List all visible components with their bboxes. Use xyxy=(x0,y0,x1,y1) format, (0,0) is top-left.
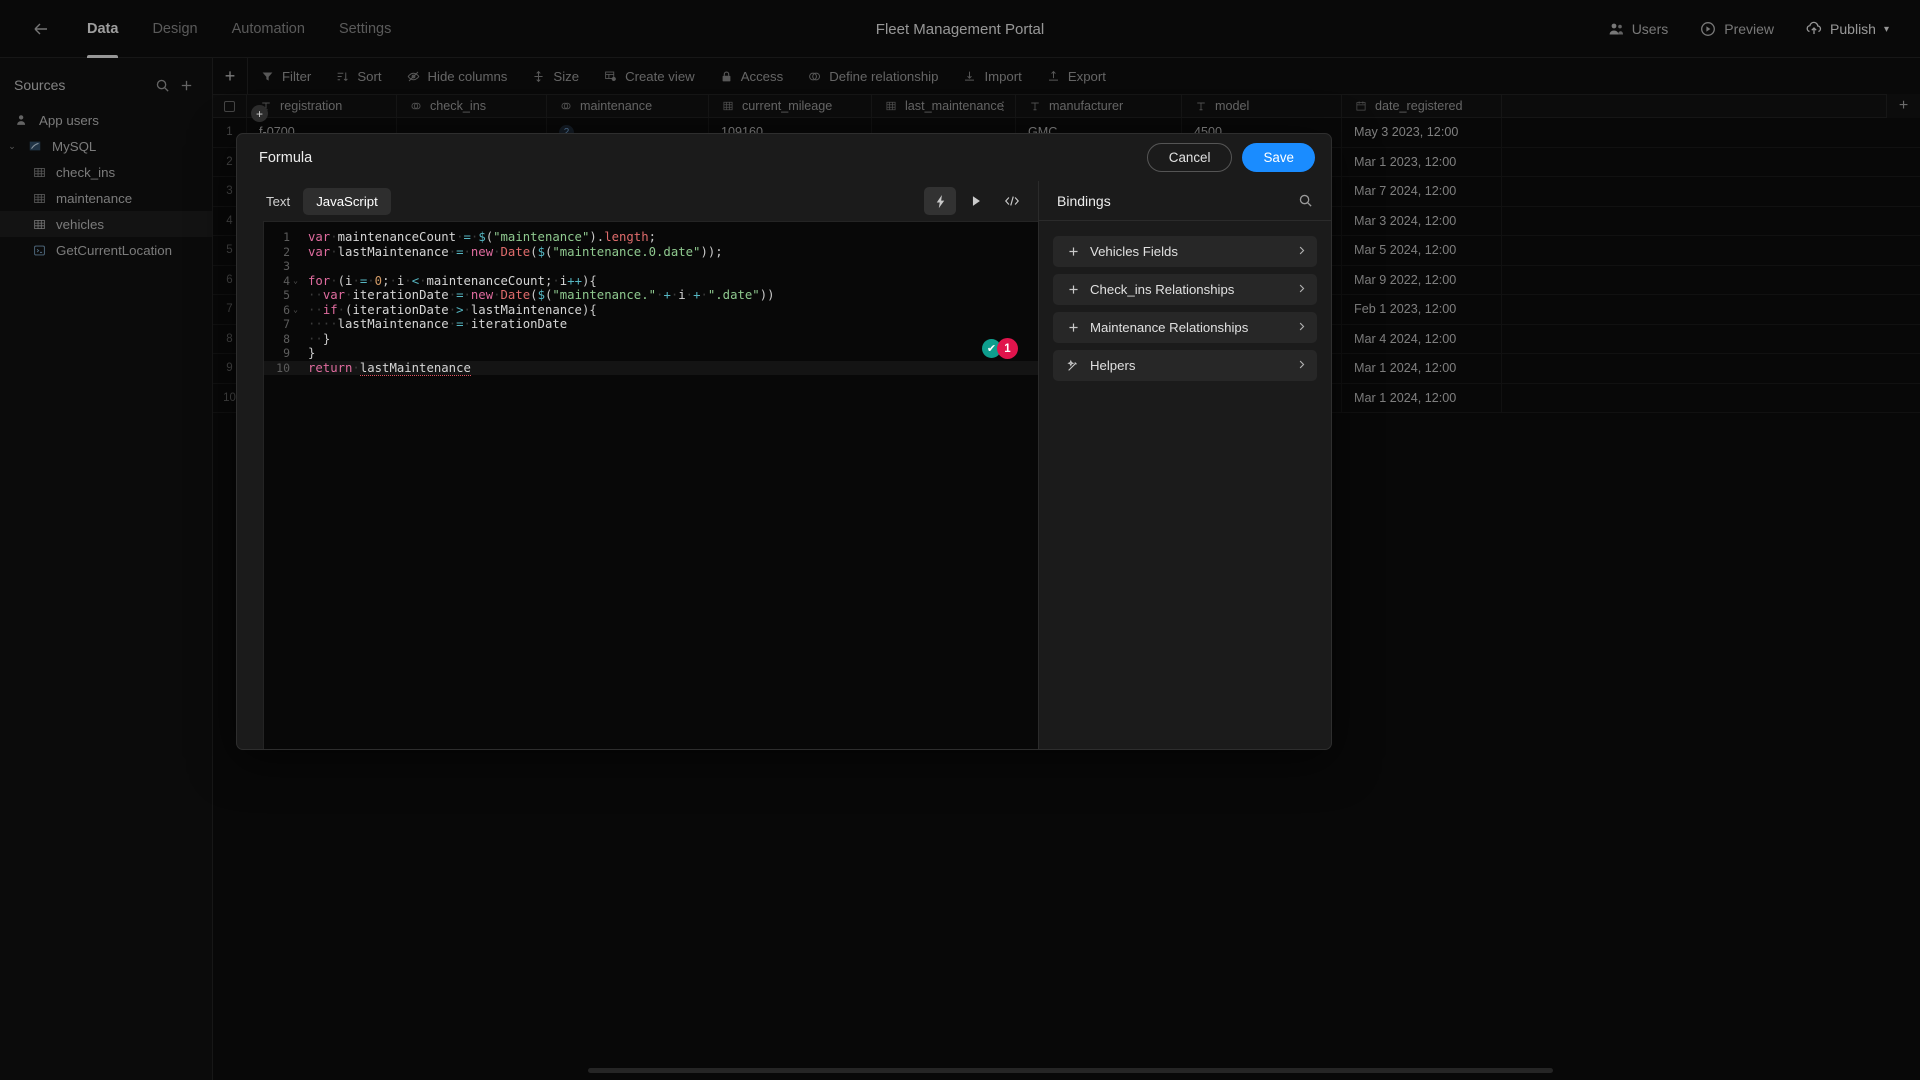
code-lines: 1 var·maintenanceCount·=·$("maintenance"… xyxy=(264,222,1038,376)
code-line: 8 ··} xyxy=(264,332,1038,347)
modal-title: Formula xyxy=(259,149,313,166)
editor-tools xyxy=(924,187,1028,215)
bindings-title: Bindings xyxy=(1057,192,1111,209)
binding-group-label: Check_ins Relationships xyxy=(1090,282,1235,297)
fold-toggle[interactable]: ⌄ xyxy=(290,274,301,289)
tab-javascript[interactable]: JavaScript xyxy=(303,187,391,215)
play-icon[interactable] xyxy=(960,187,992,215)
line-number: 1 xyxy=(283,230,290,244)
line-content: } xyxy=(308,346,316,360)
cancel-button[interactable]: Cancel xyxy=(1146,143,1233,172)
line-number: 7 xyxy=(283,317,290,331)
line-content: ··var·iterationDate·=·new·Date($("mainte… xyxy=(308,288,775,302)
line-number: 10 xyxy=(276,360,290,375)
line-number: 9 xyxy=(283,346,290,360)
plus-icon[interactable] xyxy=(1065,245,1081,258)
code-line: 3 xyxy=(264,259,1038,274)
line-content: ··if·(iterationDate·>·lastMaintenance){ xyxy=(308,302,597,317)
error-count-badge: 1 xyxy=(997,338,1018,359)
code-line: 4 ⌄ for·(i·=·0;·i·<·maintenanceCount;·i+… xyxy=(264,274,1038,289)
line-number: 4 xyxy=(283,273,290,288)
line-content: var·lastMaintenance·=·new·Date($("mainte… xyxy=(308,244,723,259)
plus-icon[interactable] xyxy=(1065,283,1081,296)
line-number: 3 xyxy=(283,259,290,273)
binding-group-maintenance-relationships[interactable]: Maintenance Relationships xyxy=(1053,312,1317,343)
bindings-header: Bindings xyxy=(1039,181,1331,221)
line-content: return·lastMaintenance xyxy=(308,360,471,376)
chevron-right-icon[interactable] xyxy=(1296,283,1307,297)
line-number: 6 xyxy=(283,302,290,317)
code-line: 9 } xyxy=(264,346,1038,361)
line-content: ··} xyxy=(308,331,331,346)
code-line: 5 ··var·iterationDate·=·new·Date($("main… xyxy=(264,288,1038,303)
line-number: 8 xyxy=(283,331,290,346)
chevron-right-icon[interactable] xyxy=(1296,245,1307,259)
modal-body: Text JavaScript 1 var·maintenanceCount·=… xyxy=(237,181,1331,749)
binding-group-label: Vehicles Fields xyxy=(1090,244,1178,259)
lightning-icon[interactable] xyxy=(924,187,956,215)
binding-group-vehicles-fields[interactable]: Vehicles Fields xyxy=(1053,236,1317,267)
modal-header: Formula Cancel Save xyxy=(237,134,1331,181)
save-button[interactable]: Save xyxy=(1242,143,1315,172)
lint-status-badge[interactable]: ✔ 1 xyxy=(982,338,1018,359)
bindings-pane: Bindings Vehicles Fields Check_ins Relat… xyxy=(1039,181,1331,749)
editor-pane: Text JavaScript 1 var·maintenanceCount·=… xyxy=(237,181,1039,749)
code-brackets-icon[interactable] xyxy=(996,187,1028,215)
binding-group-check-ins-relationships[interactable]: Check_ins Relationships xyxy=(1053,274,1317,305)
line-content: for·(i·=·0;·i·<·maintenanceCount;·i++){ xyxy=(308,273,597,288)
fold-toggle[interactable]: ⌄ xyxy=(290,303,301,318)
binding-group-label: Helpers xyxy=(1090,358,1136,373)
chevron-right-icon[interactable] xyxy=(1296,321,1307,335)
search-icon[interactable] xyxy=(1293,189,1317,213)
code-line: 7 ····lastMaintenance·=·iterationDate xyxy=(264,317,1038,332)
plus-icon[interactable] xyxy=(1065,321,1081,334)
binding-group-helpers[interactable]: Helpers xyxy=(1053,350,1317,381)
tab-text[interactable]: Text xyxy=(253,188,303,215)
wand-icon[interactable] xyxy=(1065,359,1081,373)
binding-group-label: Maintenance Relationships xyxy=(1090,320,1249,335)
line-content: var·maintenanceCount·=·$("maintenance").… xyxy=(308,230,657,244)
line-content: ····lastMaintenance·=·iterationDate xyxy=(308,317,568,331)
code-line: 6 ⌄ ··if·(iterationDate·>·lastMaintenanc… xyxy=(264,303,1038,318)
chevron-right-icon[interactable] xyxy=(1296,359,1307,373)
insert-field-button[interactable]: + xyxy=(251,105,268,122)
code-line: 10 return·lastMaintenance xyxy=(264,360,1038,376)
line-number: 2 xyxy=(283,244,290,259)
code-line: 1 var·maintenanceCount·=·$("maintenance"… xyxy=(264,230,1038,245)
code-line: 2 var·lastMaintenance·=·new·Date($("main… xyxy=(264,245,1038,260)
formula-modal: Formula Cancel Save Text JavaScript 1 va… xyxy=(236,133,1332,750)
editor-toolbar: Text JavaScript xyxy=(237,181,1038,221)
code-editor[interactable]: 1 var·maintenanceCount·=·$("maintenance"… xyxy=(263,221,1038,749)
line-number: 5 xyxy=(283,288,290,302)
bindings-list: Vehicles Fields Check_ins Relationships … xyxy=(1039,221,1331,381)
